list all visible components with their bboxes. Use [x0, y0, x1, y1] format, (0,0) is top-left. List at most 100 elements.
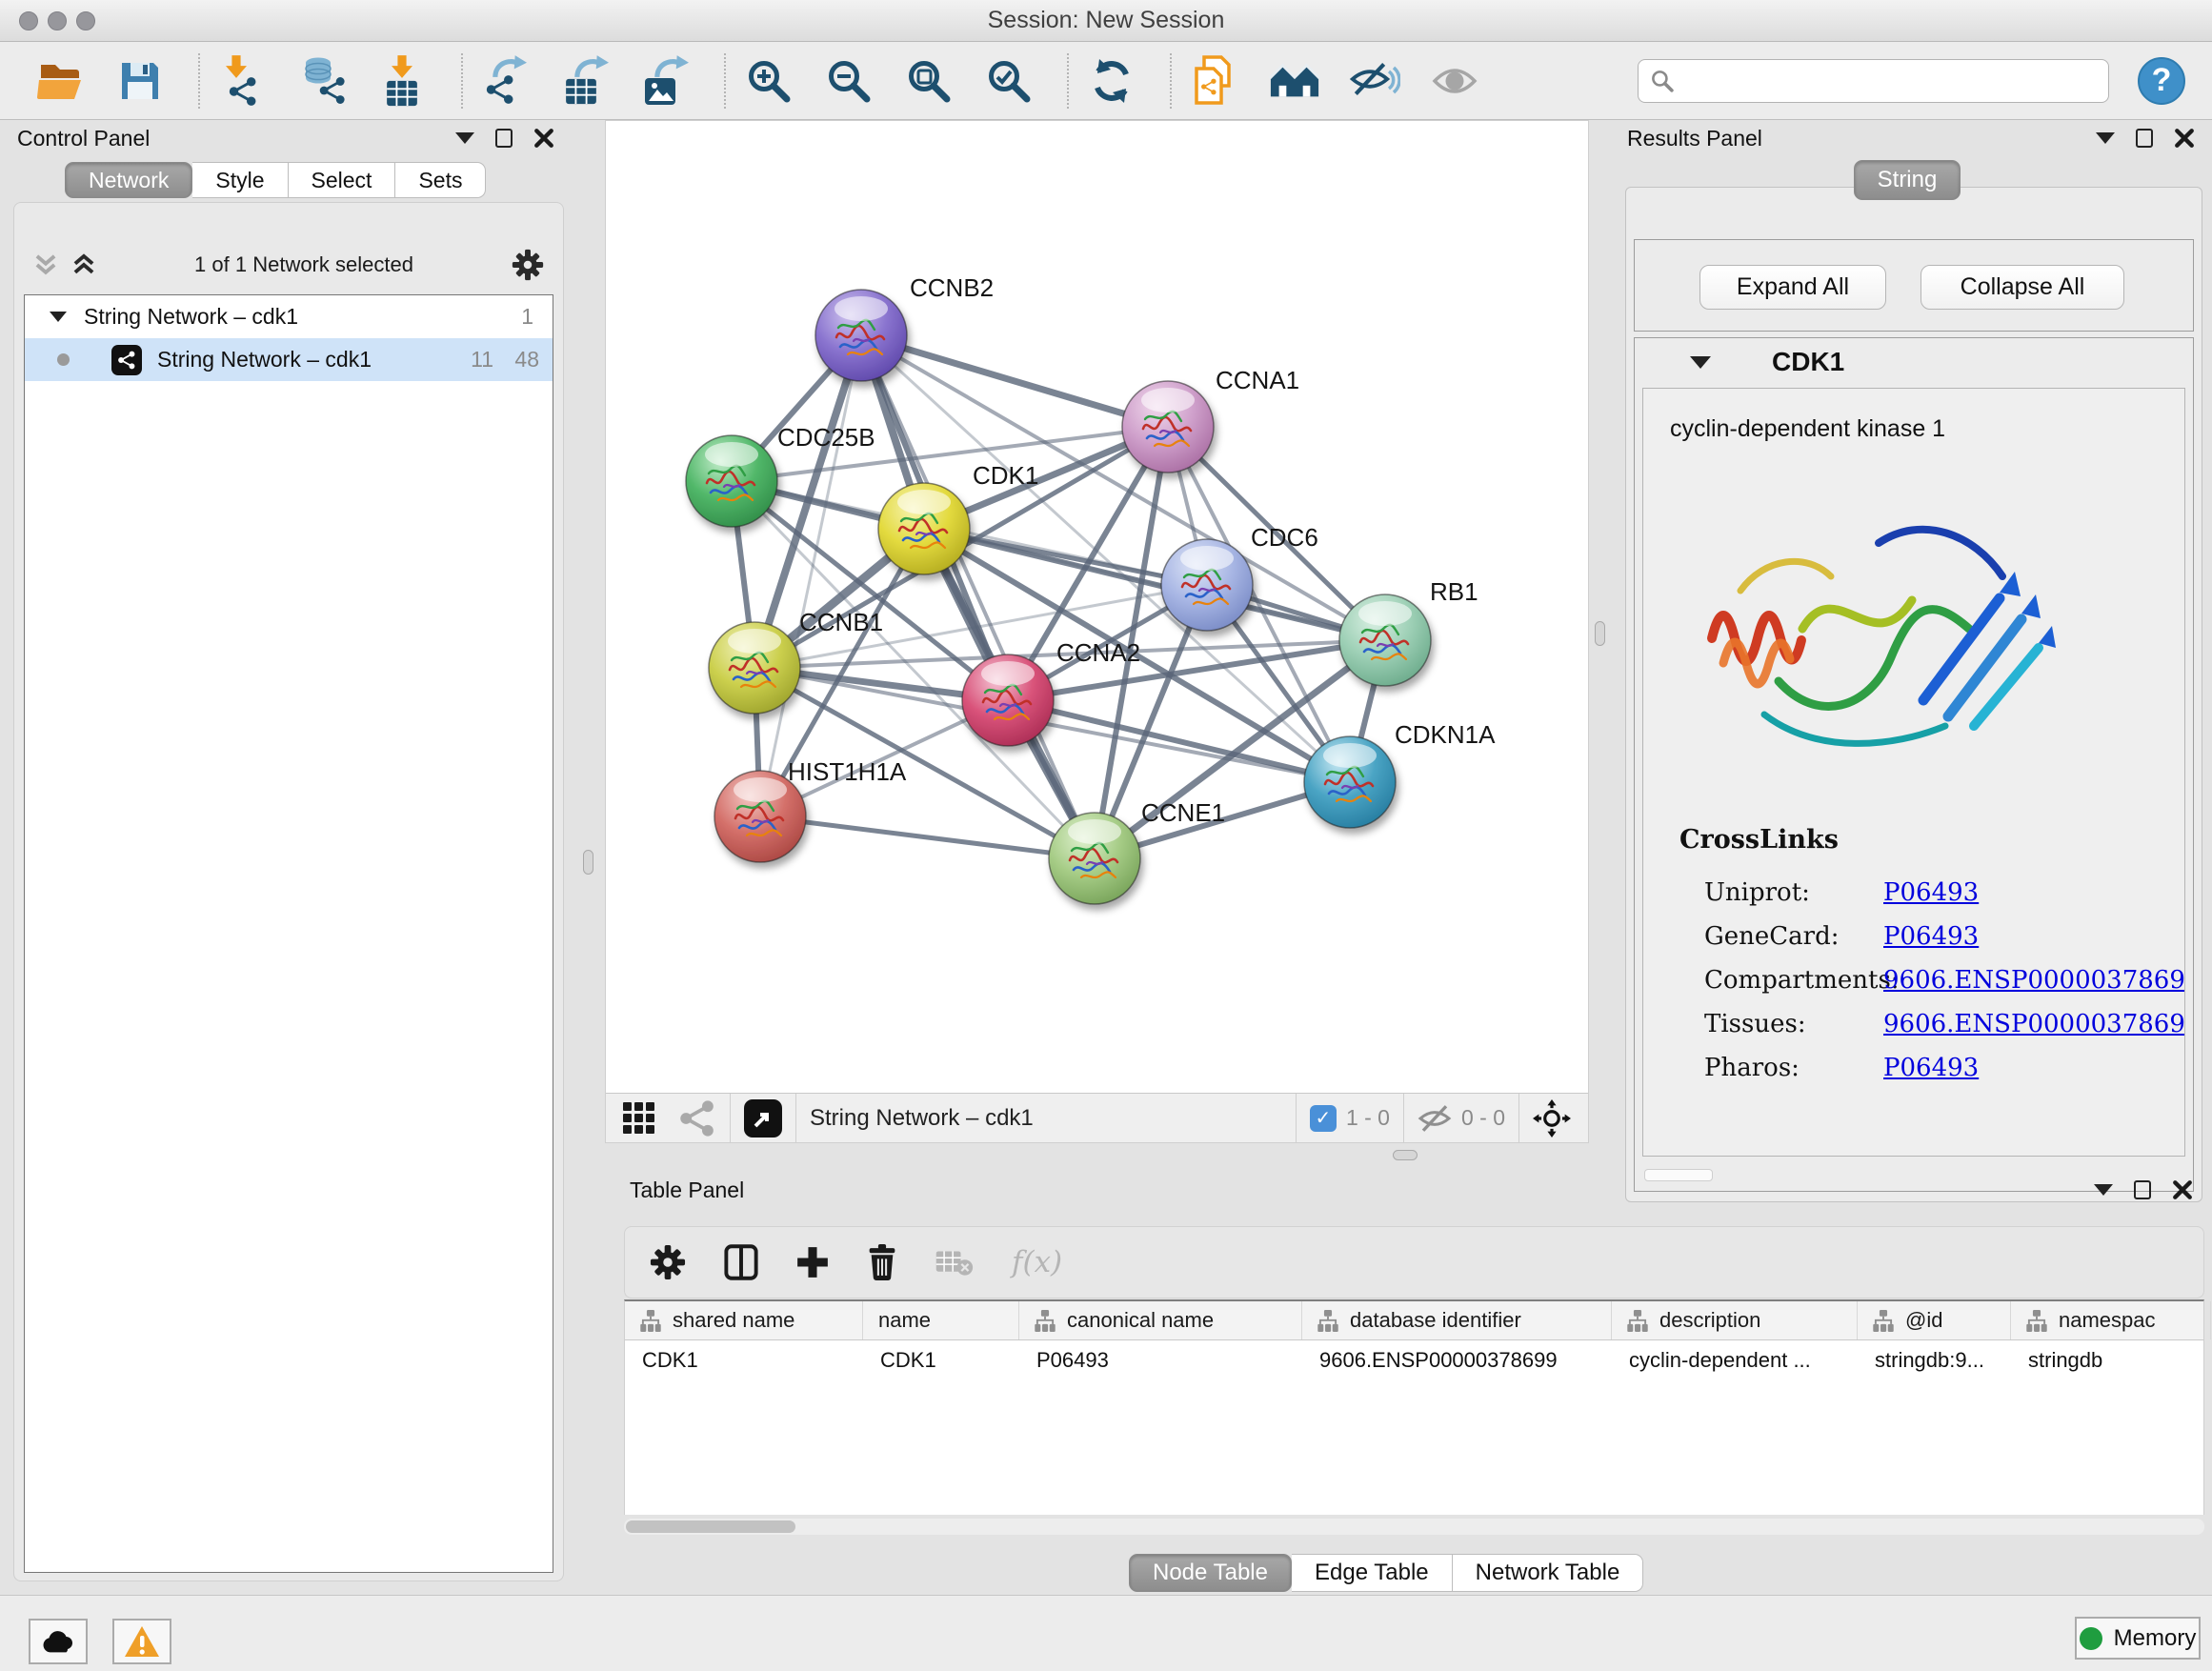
node-RB1[interactable]: RB1 — [1339, 577, 1478, 686]
column-header[interactable]: namespac — [2011, 1301, 2211, 1339]
table-cell[interactable]: stringdb — [2011, 1340, 2211, 1379]
column-header[interactable]: name — [863, 1301, 1019, 1339]
show-all-icon[interactable] — [1429, 54, 1480, 108]
node-CDKN1A[interactable]: CDKN1A — [1304, 720, 1496, 828]
panel-close-icon[interactable] — [533, 128, 554, 149]
tab-string[interactable]: String — [1854, 160, 1961, 200]
gear-icon[interactable] — [512, 249, 544, 281]
crosslink-row: Uniprot:P06493 — [1704, 871, 2165, 915]
collapse-all-icon[interactable] — [33, 252, 58, 277]
entry-description: cyclin-dependent kinase 1 — [1643, 389, 2184, 443]
export-network-icon[interactable] — [480, 54, 532, 108]
crosslink-link[interactable]: 9606.ENSP00000378699 — [1883, 1010, 2185, 1038]
edge-CCNB2-CCNA1[interactable] — [861, 335, 1168, 427]
panel-float-icon[interactable] — [2136, 129, 2153, 148]
table-cell[interactable]: 9606.ENSP00000378699 — [1302, 1340, 1612, 1379]
collection-caret-icon[interactable] — [50, 312, 67, 322]
column-header[interactable]: canonical name — [1019, 1301, 1302, 1339]
help-button[interactable]: ? — [2138, 57, 2185, 105]
left-splitter-handle[interactable] — [583, 850, 593, 875]
cloud-status-button[interactable] — [29, 1619, 88, 1664]
column-header[interactable]: @id — [1858, 1301, 2011, 1339]
panel-close-icon[interactable] — [2174, 128, 2195, 149]
tab-network-table[interactable]: Network Table — [1453, 1554, 1644, 1592]
entry-name: CDK1 — [1772, 347, 1844, 377]
tab-style[interactable]: Style — [192, 162, 288, 198]
entry-caret-icon[interactable] — [1690, 356, 1711, 369]
edge-CCNB2-HIST1H1A[interactable] — [760, 335, 861, 816]
right-splitter-handle[interactable] — [1595, 621, 1605, 646]
search-input[interactable] — [1682, 69, 2082, 93]
scrollbar-thumb[interactable] — [626, 1520, 795, 1533]
node-CCNB1[interactable]: CCNB1 — [709, 608, 883, 714]
network-row[interactable]: String Network – cdk1 11 48 — [25, 338, 553, 381]
tab-sets[interactable]: Sets — [395, 162, 486, 198]
open-session-icon[interactable] — [34, 54, 86, 108]
column-header[interactable]: database identifier — [1302, 1301, 1612, 1339]
crosslink-link[interactable]: P06493 — [1883, 922, 1979, 951]
node-entry: CDK1 cyclin-dependent kinase 1 — [1634, 337, 2194, 1192]
table-settings-gear-icon[interactable] — [650, 1244, 686, 1280]
import-network-from-file-icon[interactable] — [217, 54, 269, 108]
table-cell[interactable]: P06493 — [1019, 1340, 1302, 1379]
zoom-fit-icon[interactable] — [903, 54, 955, 108]
crosslink-link[interactable]: 9606.ENSP00000378699 — [1883, 966, 2185, 995]
delete-column-icon[interactable] — [867, 1244, 897, 1280]
network-canvas[interactable]: CCNB2CCNA1CDC25BCDK1CDC6RB1CCNB1CCNA2CDK… — [606, 121, 1588, 1093]
save-session-icon[interactable] — [114, 54, 166, 108]
table-cell[interactable]: cyclin-dependent ... — [1612, 1340, 1858, 1379]
memory-button[interactable]: Memory — [2075, 1617, 2201, 1660]
add-column-icon[interactable] — [796, 1246, 829, 1278]
column-header[interactable]: shared name — [625, 1301, 863, 1339]
crosslink-link[interactable]: P06493 — [1883, 878, 1979, 907]
expand-all-button[interactable]: Expand All — [1699, 265, 1886, 310]
entry-header[interactable]: CDK1 — [1635, 338, 2193, 386]
zoom-out-icon[interactable] — [823, 54, 875, 108]
table-h-scrollbar[interactable] — [624, 1519, 2204, 1535]
fit-content-icon[interactable] — [1533, 1099, 1571, 1137]
table-row[interactable]: CDK1CDK1P064939606.ENSP00000378699cyclin… — [625, 1340, 2203, 1379]
panel-menu-icon[interactable] — [455, 132, 474, 144]
panel-float-icon[interactable] — [2134, 1180, 2151, 1199]
first-neighbors-icon[interactable] — [1269, 54, 1320, 108]
tab-network[interactable]: Network — [65, 162, 192, 198]
panel-float-icon[interactable] — [495, 129, 513, 148]
detach-view-icon[interactable] — [744, 1099, 782, 1137]
crosslink-link[interactable]: P06493 — [1883, 1054, 1979, 1082]
import-table-from-file-icon[interactable] — [377, 54, 429, 108]
toolbar-separator — [1170, 53, 1172, 109]
tab-edge-table[interactable]: Edge Table — [1292, 1554, 1453, 1592]
tab-select[interactable]: Select — [289, 162, 396, 198]
zoom-in-icon[interactable] — [743, 54, 794, 108]
node-CCNA1[interactable]: CCNA1 — [1122, 366, 1299, 473]
table-cell[interactable]: CDK1 — [863, 1340, 1019, 1379]
network-collection-row[interactable]: String Network – cdk1 1 — [25, 295, 553, 338]
grid-view-icon[interactable] — [621, 1100, 657, 1137]
export-image-icon[interactable] — [640, 54, 692, 108]
zoom-selected-icon[interactable] — [983, 54, 1035, 108]
bottom-splitter-handle[interactable] — [1393, 1150, 1418, 1160]
network-view-title: String Network – cdk1 — [810, 1105, 1034, 1132]
table-cell[interactable]: CDK1 — [625, 1340, 863, 1379]
tab-node-table[interactable]: Node Table — [1129, 1554, 1292, 1592]
hide-selected-icon[interactable] — [1349, 54, 1400, 108]
node-label: CDC6 — [1251, 523, 1318, 552]
panel-close-icon[interactable] — [2172, 1179, 2193, 1200]
expand-all-icon[interactable] — [71, 252, 96, 277]
panel-menu-icon[interactable] — [2094, 1184, 2113, 1196]
import-network-from-database-icon[interactable] — [297, 54, 349, 108]
collapse-all-button[interactable]: Collapse All — [1920, 265, 2124, 310]
column-header[interactable]: description — [1612, 1301, 1858, 1339]
warnings-button[interactable] — [112, 1619, 171, 1664]
show-columns-icon[interactable] — [724, 1244, 758, 1280]
refresh-icon[interactable] — [1086, 54, 1137, 108]
panel-menu-icon[interactable] — [2096, 132, 2115, 144]
table-cell[interactable]: stringdb:9... — [1858, 1340, 2011, 1379]
network-overview-icon[interactable] — [678, 1099, 716, 1137]
node-HIST1H1A[interactable]: HIST1H1A — [714, 757, 907, 862]
hidden-eye-icon[interactable] — [1418, 1103, 1452, 1134]
session-documents-icon[interactable] — [1189, 54, 1240, 108]
export-table-icon[interactable] — [560, 54, 612, 108]
edge-HIST1H1A-CCNE1[interactable] — [760, 816, 1095, 858]
selected-checkbox[interactable]: ✓ — [1310, 1105, 1337, 1132]
